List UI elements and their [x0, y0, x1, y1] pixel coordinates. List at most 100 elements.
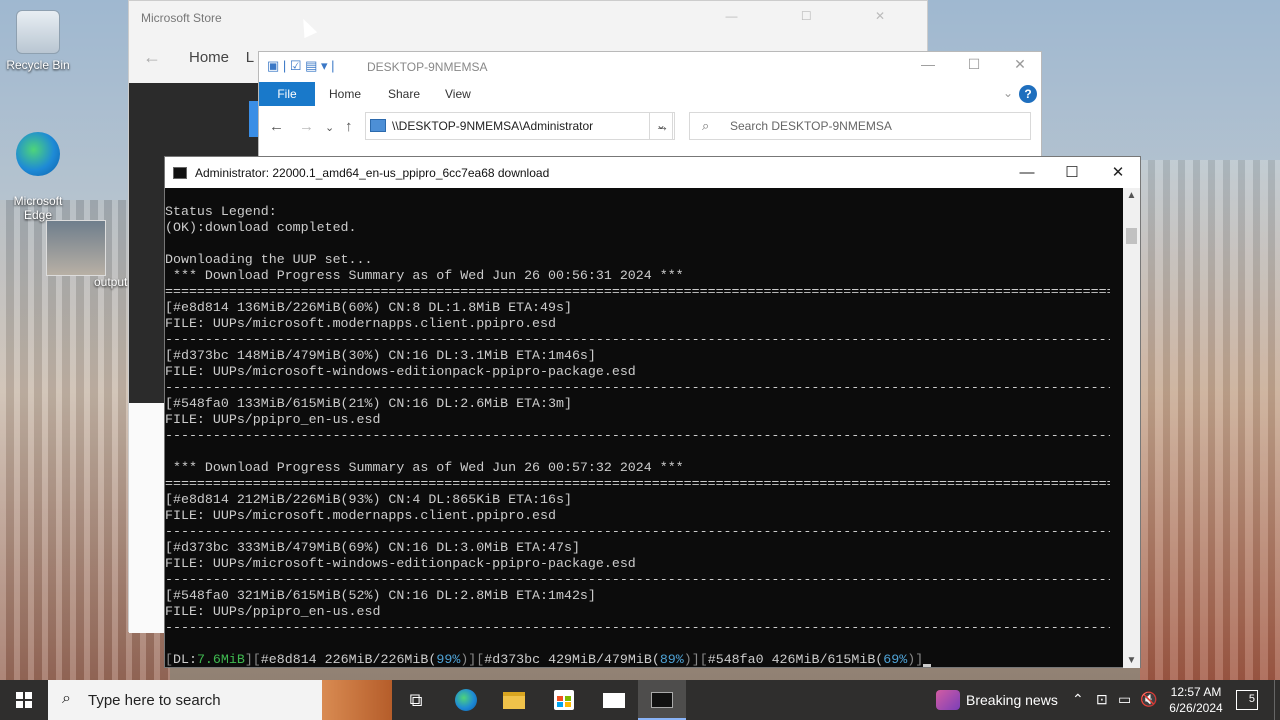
tab-view[interactable]: View — [433, 82, 483, 106]
store-nav-home[interactable]: Home L — [189, 49, 254, 66]
volume-muted-icon[interactable]: 🔇 — [1140, 691, 1157, 708]
up-arrow-icon[interactable]: ↑ — [345, 118, 353, 135]
address-text: \\DESKTOP-9NMEMSA\Administrator — [392, 119, 594, 133]
cmd-minimize-button[interactable]: — — [1004, 161, 1050, 185]
console-line: ----------------------------------------… — [165, 428, 1110, 443]
console-line: FILE: UUPs/microsoft-windows-editionpack… — [165, 364, 636, 379]
ribbon-expand-icon[interactable]: ⌄ — [1003, 86, 1013, 100]
ribbon-tabs: File Home Share View — [259, 82, 1041, 106]
edge-shortcut[interactable]: Microsoft Edge — [0, 118, 76, 236]
edge-taskbar-icon — [455, 689, 477, 711]
console-line: *** Download Progress Summary as of Wed … — [165, 460, 684, 475]
taskbar-explorer-button[interactable] — [490, 680, 538, 720]
console-line: [#e8d814 212MiB/226MiB(93%) CN:4 DL:865K… — [165, 492, 572, 507]
explorer-close-button[interactable]: ✕ — [997, 56, 1043, 73]
console-line: ----------------------------------------… — [165, 332, 1110, 347]
cmd-close-button[interactable]: ✕ — [1095, 161, 1141, 185]
tab-share[interactable]: Share — [376, 82, 432, 106]
quick-access-toolbar-icon[interactable]: ▣ | ☑ ▤ ▾ | — [267, 58, 335, 74]
console-line: (OK):download completed. — [165, 220, 357, 235]
command-prompt-window: Administrator: 22000.1_amd64_en-us_ppipr… — [164, 156, 1141, 668]
recycle-bin-icon — [16, 10, 60, 54]
forward-arrow-icon[interactable]: → — [299, 118, 314, 135]
cmd-maximize-button[interactable]: ☐ — [1049, 161, 1095, 185]
output-thumbnail[interactable] — [46, 220, 106, 276]
task-view-button[interactable]: ⧉ — [392, 680, 440, 720]
scroll-up-icon[interactable]: ▲ — [1123, 190, 1140, 201]
console-line: FILE: UUPs/microsoft-windows-editionpack… — [165, 556, 636, 571]
console-line: ========================================… — [165, 476, 1110, 491]
show-hidden-icons-icon[interactable]: ⌃ — [1072, 691, 1084, 708]
console-line: [#d373bc 333MiB/479MiB(69%) CN:16 DL:3.0… — [165, 540, 580, 555]
back-arrow-icon[interactable]: ← — [269, 118, 284, 135]
console-line: [#548fa0 133MiB/615MiB(21%) CN:16 DL:2.6… — [165, 396, 572, 411]
console-line: [#d373bc 148MiB/479MiB(30%) CN:16 DL:3.1… — [165, 348, 596, 363]
explorer-search-input[interactable]: ⌕ Search DESKTOP-9NMEMSA — [689, 112, 1031, 140]
mail-icon — [603, 693, 625, 708]
windows-logo-icon — [16, 692, 32, 708]
store-window-controls[interactable]: — ☐ ✕ — [726, 9, 915, 23]
explorer-title: DESKTOP-9NMEMSA — [367, 60, 488, 74]
taskbar-search-icon: ⌕ — [62, 690, 71, 707]
console-line: FILE: UUPs/microsoft.modernapps.client.p… — [165, 508, 556, 523]
news-widget[interactable]: Breaking news — [934, 680, 1064, 720]
console-line: [#548fa0 321MiB/615MiB(52%) CN:16 DL:2.8… — [165, 588, 596, 603]
notification-center-icon[interactable]: 5 — [1236, 690, 1258, 710]
search-icon: ⌕ — [702, 118, 710, 133]
file-explorer-window: ▣ | ☑ ▤ ▾ | DESKTOP-9NMEMSA — ☐ ✕ File H… — [258, 51, 1042, 161]
console-line: ========================================… — [165, 284, 1110, 299]
terminal-icon — [651, 692, 673, 708]
show-desktop-button[interactable] — [1274, 680, 1280, 720]
tab-file[interactable]: File — [259, 82, 315, 106]
go-arrow-button[interactable]: → — [649, 112, 675, 140]
scroll-thumb[interactable] — [1126, 228, 1137, 244]
address-bar[interactable]: \\DESKTOP-9NMEMSA\Administrator ⌄ — [365, 112, 673, 140]
taskbar-store-button[interactable] — [540, 680, 588, 720]
cmd-titlebar: Administrator: 22000.1_amd64_en-us_ppipr… — [165, 157, 1140, 188]
taskbar-search-box[interactable]: ⌕ Type here to search — [48, 680, 392, 720]
edge-label: Microsoft Edge — [13, 194, 63, 222]
taskbar-terminal-button[interactable] — [638, 680, 686, 720]
explorer-search-placeholder: Search DESKTOP-9NMEMSA — [730, 119, 892, 133]
console-output[interactable]: Status Legend: (OK):download completed. Do… — [165, 204, 1110, 666]
clock[interactable]: 12:57 AM 6/26/2024 — [1164, 684, 1228, 716]
store-back-icon[interactable]: ← — [143, 47, 161, 68]
cmd-title: Administrator: 22000.1_amd64_en-us_ppipr… — [195, 166, 550, 180]
recent-locations-icon[interactable]: ⌄ — [325, 121, 334, 134]
console-line: [#e8d814 136MiB/226MiB(60%) CN:8 DL:1.8M… — [165, 300, 572, 315]
scroll-down-icon[interactable]: ▼ — [1123, 655, 1140, 666]
news-icon — [936, 690, 960, 710]
explorer-maximize-button[interactable]: ☐ — [951, 56, 997, 73]
console-line: ----------------------------------------… — [165, 572, 1110, 587]
explorer-titlebar: ▣ | ☑ ▤ ▾ | DESKTOP-9NMEMSA — ☐ ✕ — [259, 52, 1041, 82]
store-icon — [554, 690, 574, 710]
console-line: Status Legend: — [165, 204, 277, 219]
clock-date: 6/26/2024 — [1169, 701, 1223, 715]
network-icon[interactable]: ⊡ — [1096, 691, 1108, 708]
console-line: ----------------------------------------… — [165, 524, 1110, 539]
explorer-minimize-button[interactable]: — — [905, 56, 951, 72]
display-icon[interactable]: ▭ — [1118, 691, 1131, 708]
task-view-icon: ⧉ — [409, 690, 423, 710]
console-line: FILE: UUPs/ppipro_en-us.esd — [165, 604, 381, 619]
console-scrollbar[interactable]: ▲ ▼ — [1123, 188, 1140, 668]
edge-icon — [16, 132, 60, 176]
console-line: FILE: UUPs/ppipro_en-us.esd — [165, 412, 381, 427]
output-label: output — [94, 275, 128, 289]
folder-icon — [503, 692, 525, 709]
system-tray: ⌃ ⊡ ▭ 🔇 — [1070, 680, 1160, 720]
console-line: FILE: UUPs/microsoft.modernapps.client.p… — [165, 316, 556, 331]
taskbar-edge-button[interactable] — [442, 680, 490, 720]
help-icon[interactable]: ? — [1019, 85, 1037, 103]
desktop-wallpaper-right — [1140, 160, 1280, 680]
text-cursor — [923, 664, 932, 667]
taskbar-search-placeholder: Type here to search — [88, 692, 221, 709]
start-button[interactable] — [0, 680, 48, 720]
console-line: ----------------------------------------… — [165, 620, 1110, 635]
recycle-bin-shortcut[interactable]: Recycle Bin — [0, 10, 76, 72]
taskbar-mail-button[interactable] — [590, 680, 638, 720]
recycle-bin-label: Recycle Bin — [6, 58, 70, 72]
tab-home[interactable]: Home — [317, 82, 373, 106]
